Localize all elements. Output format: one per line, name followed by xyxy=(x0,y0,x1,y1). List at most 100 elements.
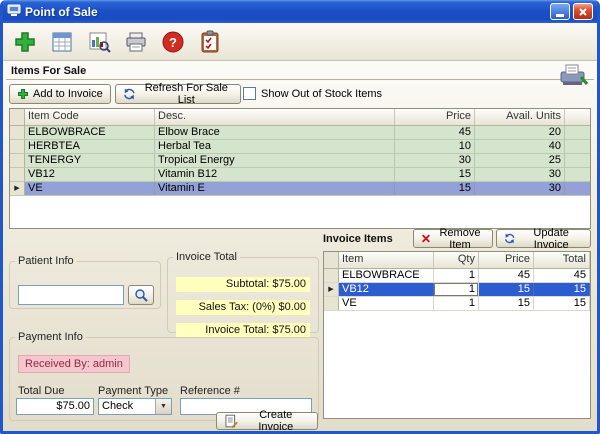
column-header[interactable]: Price xyxy=(395,109,475,125)
table-cell[interactable]: 10 xyxy=(395,140,475,153)
app-window: Point of Sale ? Items For Sale xyxy=(0,0,600,434)
table-cell[interactable]: VE xyxy=(25,182,155,195)
table-row[interactable]: TENERGYTropical Energy3025 xyxy=(10,154,590,168)
patient-search-button[interactable] xyxy=(128,285,154,305)
table-cell[interactable]: Vitamin B12 xyxy=(155,168,395,181)
items-grid-header: Item CodeDesc.PriceAvail. Units xyxy=(10,109,590,126)
payment-type-select[interactable]: Check ▼ xyxy=(98,398,172,415)
reference-label: Reference # xyxy=(180,385,240,397)
table-cell[interactable]: 15 xyxy=(534,283,590,296)
invoice-toolbar-button[interactable] xyxy=(48,28,76,56)
remove-item-button[interactable]: Remove Item xyxy=(413,229,493,248)
printer-icon xyxy=(124,30,148,54)
table-row[interactable]: ▶VEVitamin E1530 xyxy=(10,182,590,196)
add-to-invoice-button[interactable]: Add to Invoice xyxy=(9,84,111,104)
section-divider xyxy=(6,79,594,83)
table-cell[interactable]: TENERGY xyxy=(25,154,155,167)
table-cell[interactable]: VB12 xyxy=(339,283,434,296)
help-toolbar-button[interactable]: ? xyxy=(159,28,187,56)
close-button[interactable] xyxy=(573,3,593,20)
table-cell[interactable]: 45 xyxy=(395,126,475,139)
row-marker: ▶ xyxy=(324,283,339,296)
print-toolbar-button[interactable] xyxy=(122,28,150,56)
checklist-toolbar-button[interactable] xyxy=(196,28,224,56)
items-for-sale-grid: Item CodeDesc.PriceAvail. Units ELBOWBRA… xyxy=(9,108,591,229)
table-cell[interactable]: Tropical Energy xyxy=(155,154,395,167)
chevron-down-icon[interactable]: ▼ xyxy=(155,399,171,414)
invoice-items-title: Invoice Items xyxy=(323,233,393,245)
table-cell[interactable]: ELBOWBRACE xyxy=(25,126,155,139)
table-cell[interactable]: HERBTEA xyxy=(25,140,155,153)
table-cell[interactable]: 1 xyxy=(434,297,479,310)
column-header[interactable]: Total xyxy=(534,252,590,268)
received-by-badge: Received By: admin xyxy=(18,355,130,373)
create-invoice-button[interactable]: Create Invoice xyxy=(216,412,318,430)
table-cell[interactable]: 25 xyxy=(475,154,565,167)
minimize-button[interactable] xyxy=(550,3,570,20)
table-row[interactable]: VE11515 xyxy=(324,297,590,311)
table-cell[interactable]: 20 xyxy=(475,126,565,139)
table-row[interactable]: VB12Vitamin B121530 xyxy=(10,168,590,182)
table-cell[interactable]: 15 xyxy=(479,297,534,310)
table-cell[interactable]: Vitamin E xyxy=(155,182,395,195)
invoice-total-group: Invoice Total Subtotal: $75.00 Sales Tax… xyxy=(167,251,319,333)
main-panel: Items For Sale Add to Invoice Refresh Fo… xyxy=(3,61,597,431)
table-row[interactable]: ▶VB1211515 xyxy=(324,283,590,297)
column-header[interactable]: Item xyxy=(339,252,434,268)
table-cell[interactable]: ELBOWBRACE xyxy=(339,269,434,282)
table-row[interactable]: ELBOWBRACE14545 xyxy=(324,269,590,283)
create-invoice-label: Create Invoice xyxy=(242,409,310,433)
column-header[interactable]: Price xyxy=(479,252,534,268)
refresh-for-sale-button[interactable]: Refresh For Sale List xyxy=(115,84,241,104)
invoice-icon xyxy=(50,30,74,54)
table-cell[interactable]: 45 xyxy=(479,269,534,282)
table-cell[interactable]: 1 xyxy=(434,269,479,282)
table-cell[interactable]: 30 xyxy=(395,154,475,167)
items-grid-body: ELBOWBRACEElbow Brace4520HERBTEAHerbal T… xyxy=(10,126,590,196)
column-header[interactable]: Item Code xyxy=(25,109,155,125)
create-invoice-icon xyxy=(224,414,238,428)
row-marker xyxy=(324,297,339,310)
row-marker xyxy=(10,126,25,139)
table-cell[interactable]: VE xyxy=(339,297,434,310)
items-for-sale-title: Items For Sale xyxy=(11,65,86,77)
reports-toolbar-button[interactable] xyxy=(85,28,113,56)
invoice-total-title: Invoice Total xyxy=(173,251,240,263)
help-icon: ? xyxy=(161,30,185,54)
table-cell[interactable]: Elbow Brace xyxy=(155,126,395,139)
window-title: Point of Sale xyxy=(25,5,547,19)
row-marker xyxy=(10,168,25,181)
column-header[interactable]: Avail. Units xyxy=(475,109,565,125)
table-cell[interactable]: 15 xyxy=(479,283,534,296)
checklist-icon xyxy=(198,30,222,54)
table-cell[interactable]: 30 xyxy=(475,168,565,181)
titlebar[interactable]: Point of Sale xyxy=(3,0,597,23)
add-toolbar-button[interactable] xyxy=(11,28,39,56)
app-icon xyxy=(7,3,21,20)
show-out-of-stock-label: Show Out of Stock Items xyxy=(261,88,382,100)
table-cell[interactable]: 30 xyxy=(475,182,565,195)
plus-icon xyxy=(17,88,29,100)
show-out-of-stock-checkbox[interactable]: Show Out of Stock Items xyxy=(243,87,382,100)
checkbox-icon[interactable] xyxy=(243,87,256,100)
table-cell[interactable]: 15 xyxy=(395,168,475,181)
table-cell[interactable]: 15 xyxy=(534,297,590,310)
table-row[interactable]: HERBTEAHerbal Tea1040 xyxy=(10,140,590,154)
column-header[interactable]: Desc. xyxy=(155,109,395,125)
refresh-icon xyxy=(504,232,515,245)
table-cell[interactable]: 1 xyxy=(434,283,479,296)
subtotal-value: Subtotal: $75.00 xyxy=(176,277,310,292)
patient-search-input[interactable] xyxy=(18,285,124,305)
remove-icon xyxy=(421,232,431,245)
table-cell[interactable]: 45 xyxy=(534,269,590,282)
table-row[interactable]: ELBOWBRACEElbow Brace4520 xyxy=(10,126,590,140)
refresh-for-sale-label: Refresh For Sale List xyxy=(140,82,233,106)
table-cell[interactable]: 15 xyxy=(395,182,475,195)
table-cell[interactable]: Herbal Tea xyxy=(155,140,395,153)
toolbar: ? xyxy=(3,23,597,61)
table-cell[interactable]: 40 xyxy=(475,140,565,153)
update-invoice-button[interactable]: Update Invoice xyxy=(496,229,591,248)
table-cell[interactable]: VB12 xyxy=(25,168,155,181)
column-header[interactable]: Qty xyxy=(434,252,479,268)
invoice-items-grid: ItemQtyPriceTotal ELBOWBRACE14545▶VB1211… xyxy=(323,251,591,419)
